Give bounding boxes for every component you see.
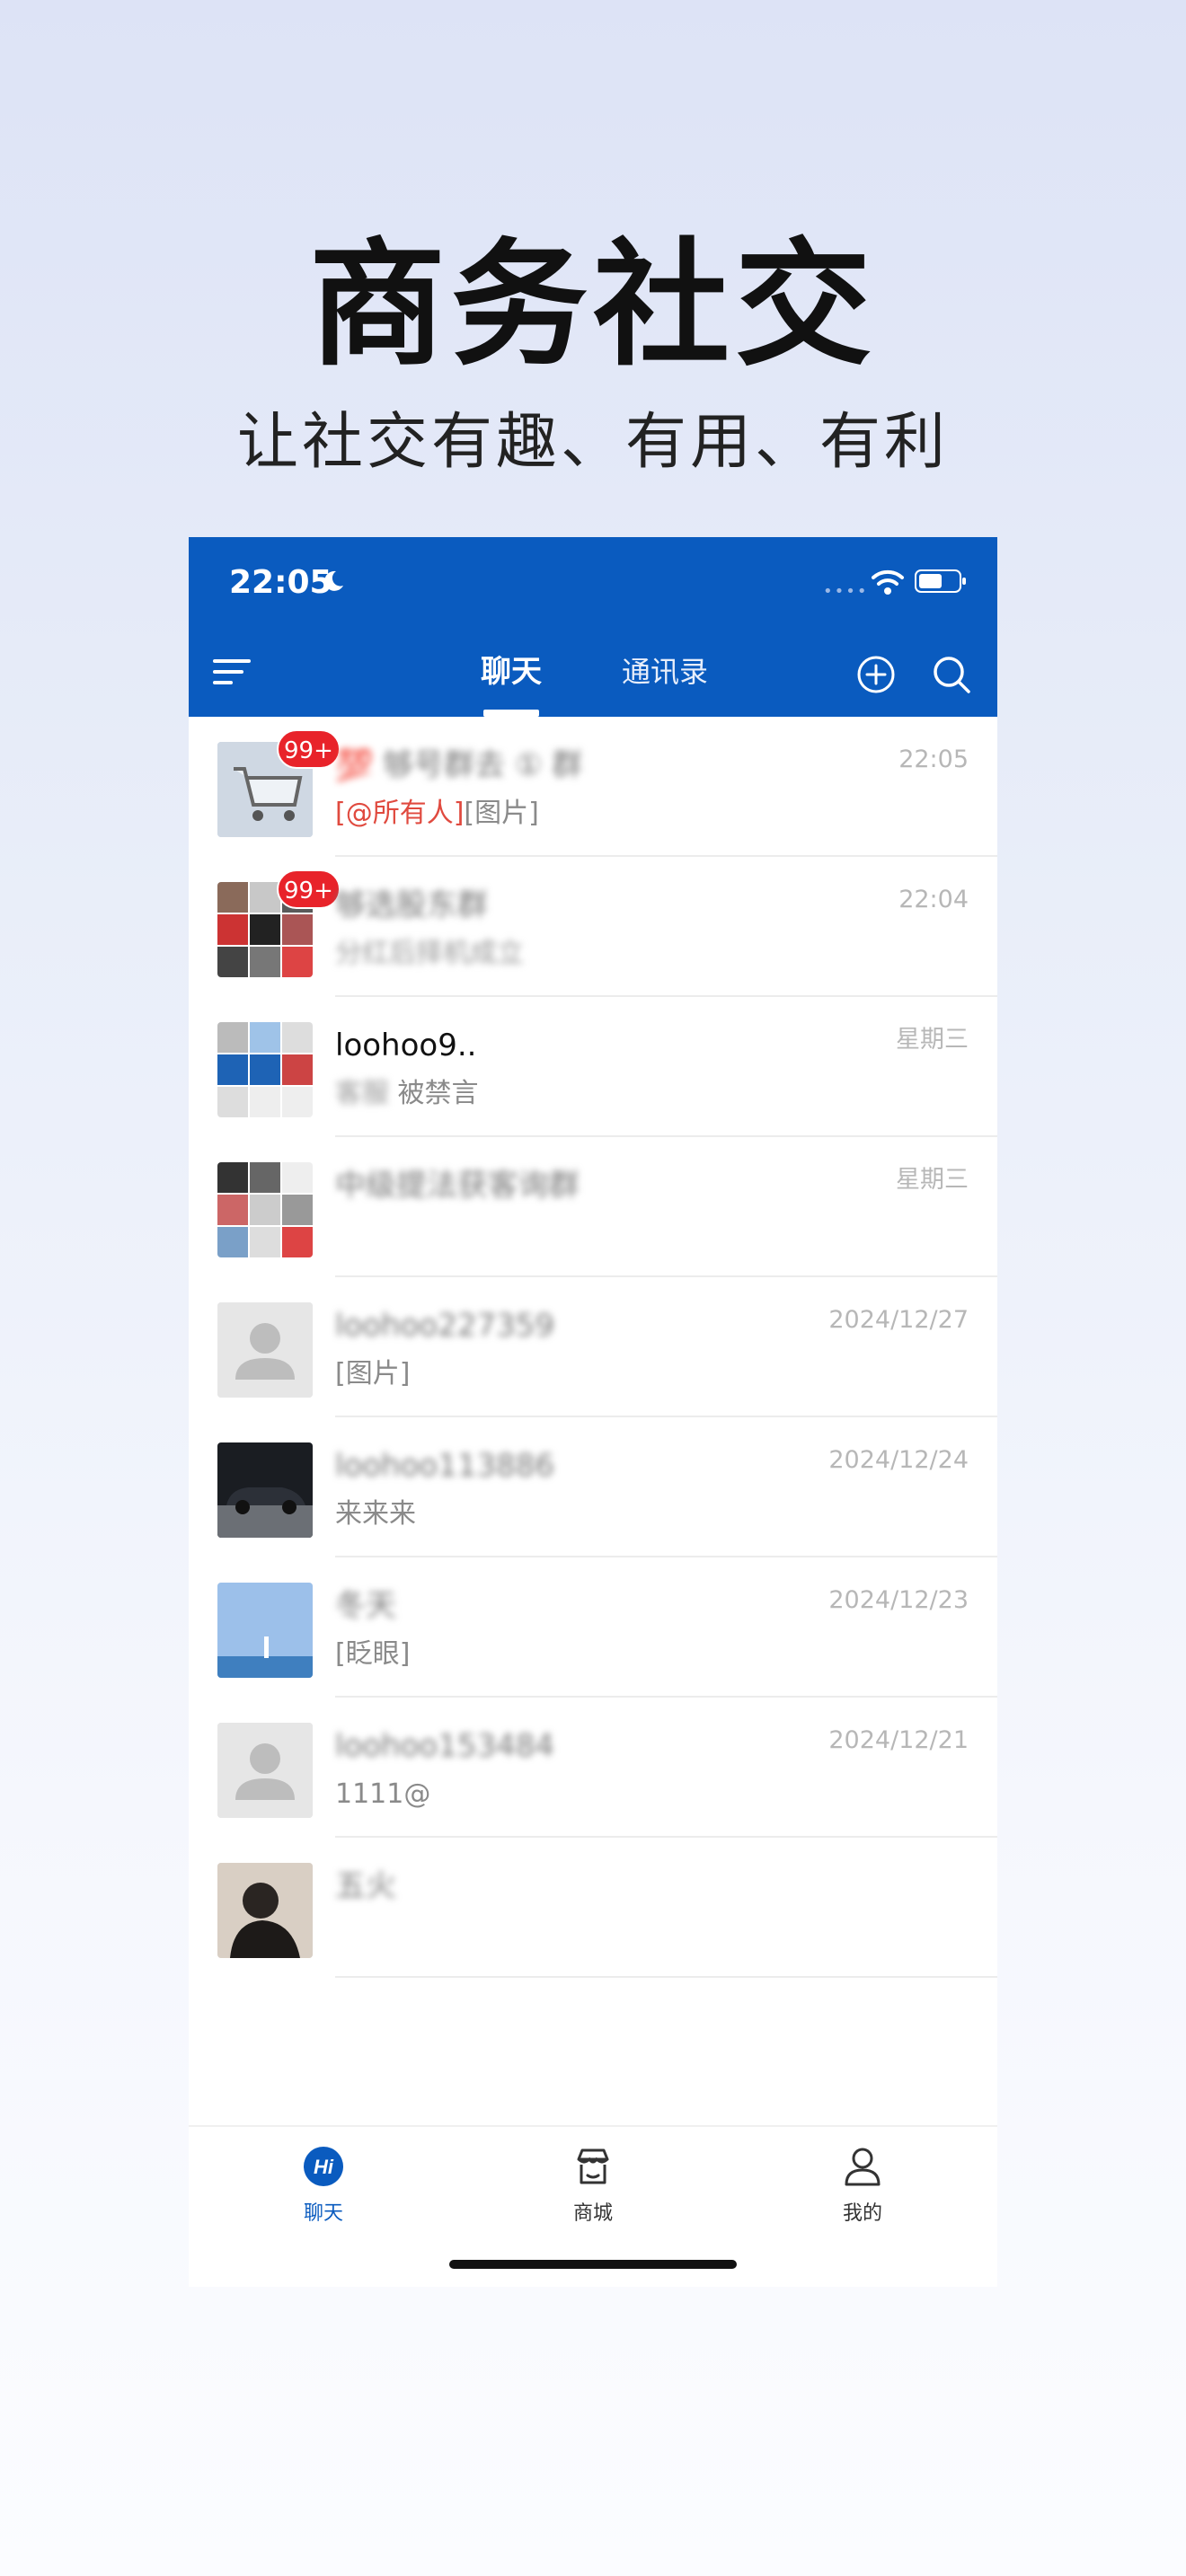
chat-name: loohoo227359 [335, 1308, 554, 1344]
hi-chat-icon: Hi [304, 2147, 343, 2186]
battery-icon [915, 569, 966, 593]
chat-row[interactable]: loohoo153484 1111@ 2024/12/21 [189, 1698, 997, 1838]
chat-time: 2024/12/21 [828, 1726, 969, 1754]
avatar [217, 1442, 313, 1538]
home-indicator[interactable] [449, 2260, 737, 2269]
chat-preview: 客服 被禁言 [335, 1076, 479, 1112]
chat-name: loohoo9.. [335, 1028, 477, 1063]
chat-name: 中级提法获客询群 [335, 1168, 580, 1204]
menu-icon[interactable] [211, 657, 252, 687]
chat-name: loohoo113886 [335, 1448, 554, 1484]
avatar [217, 1723, 313, 1818]
group-avatar-grid [217, 1162, 313, 1257]
app-header: 22:05 •••• 聊天 通讯录 [189, 537, 997, 717]
group-avatar-grid [217, 1022, 313, 1117]
chat-time: 2024/12/27 [828, 1306, 969, 1334]
chat-time: 22:04 [898, 886, 969, 913]
tabbar-label: 我的 [842, 2202, 882, 2225]
chat-time: 2024/12/23 [828, 1586, 969, 1614]
preview-sender: 客服 [335, 1078, 389, 1109]
tab-contacts[interactable]: 通讯录 [622, 654, 708, 690]
chat-preview: 来来来 [335, 1498, 416, 1530]
hero-subtitle: 让社交有趣、有用、有利 [236, 407, 949, 478]
chat-row[interactable]: 五火 [189, 1838, 997, 1978]
chat-name: 五火 [335, 1868, 396, 1904]
tabbar-me[interactable]: 我的 [809, 2145, 916, 2226]
chat-name: 冬天 [335, 1588, 396, 1624]
chat-list: 99+ 💯 够号群去 ① 群 [@所有人][图片] 22:05 99+ 够选股东… [189, 717, 997, 1978]
chat-row[interactable]: 99+ 💯 够号群去 ① 群 [@所有人][图片] 22:05 [189, 717, 997, 857]
tab-indicator [483, 710, 539, 717]
avatar [217, 1022, 313, 1117]
chat-row[interactable]: loohoo9.. 客服 被禁言 星期三 [189, 997, 997, 1137]
preview-text: [图片] [464, 798, 539, 829]
chat-row[interactable]: 冬天 [眨眼] 2024/12/23 [189, 1557, 997, 1698]
chat-row[interactable]: 99+ 够选股东群 分红后择机成立 22:04 [189, 857, 997, 997]
chat-name: loohoo153484 [335, 1728, 554, 1764]
default-person-icon [217, 1302, 313, 1398]
chat-row[interactable]: loohoo227359 [图片] 2024/12/27 [189, 1277, 997, 1417]
signal-icon: •••• [823, 582, 869, 601]
wifi-icon [872, 569, 904, 595]
avatar [217, 1863, 313, 1958]
unread-badge: 99+ [277, 729, 341, 769]
chat-name: 💯 够号群去 ① 群 [335, 747, 583, 783]
moon-icon [324, 570, 343, 591]
person-icon [845, 2148, 881, 2186]
avatar [217, 1162, 313, 1257]
tabbar-label: 聊天 [303, 2202, 343, 2225]
chat-preview: [眨眼] [335, 1638, 411, 1670]
svg-text:Hi: Hi [314, 2156, 334, 2178]
unread-badge: 99+ [277, 869, 341, 909]
hero-title: 商务社交 [309, 225, 877, 384]
tabbar-chat[interactable]: Hi 聊天 [270, 2145, 377, 2226]
chat-row[interactable]: 中级提法获客询群 星期三 [189, 1137, 997, 1277]
tabbar-mall[interactable]: 商城 [539, 2145, 647, 2226]
add-icon[interactable] [855, 654, 897, 695]
store-icon [577, 2148, 609, 2184]
preview-text: 分红后择机成立 [335, 938, 524, 969]
chat-name: 够选股东群 [335, 887, 488, 923]
tab-chat[interactable]: 聊天 [481, 654, 542, 690]
chat-preview: 1111@ [335, 1778, 431, 1810]
portrait-avatar-icon [217, 1863, 313, 1958]
avatar [217, 1583, 313, 1678]
search-icon[interactable] [931, 654, 972, 695]
status-time: 22:05 [229, 564, 332, 601]
chat-time: 星期三 [896, 1166, 969, 1194]
sea-avatar-icon [217, 1583, 313, 1678]
chat-preview: [@所有人][图片] [335, 796, 539, 832]
avatar [217, 1302, 313, 1398]
chat-time: 22:05 [898, 745, 969, 773]
default-person-icon [217, 1723, 313, 1818]
chat-row[interactable]: loohoo113886 来来来 2024/12/24 [189, 1417, 997, 1557]
mention-all: [@所有人] [335, 798, 465, 829]
chat-preview: [图片] [335, 1358, 411, 1389]
chat-time: 2024/12/24 [828, 1446, 969, 1474]
preview-text: 被禁言 [397, 1078, 479, 1109]
chat-preview: 分红后择机成立 [335, 936, 524, 972]
tabbar-label: 商城 [572, 2202, 613, 2225]
chat-time: 星期三 [896, 1026, 969, 1054]
car-avatar-icon [217, 1442, 313, 1538]
phone-screen: 22:05 •••• 聊天 通讯录 99+ 💯 够号群去 ① 群 [@所有人][… [189, 537, 997, 2287]
